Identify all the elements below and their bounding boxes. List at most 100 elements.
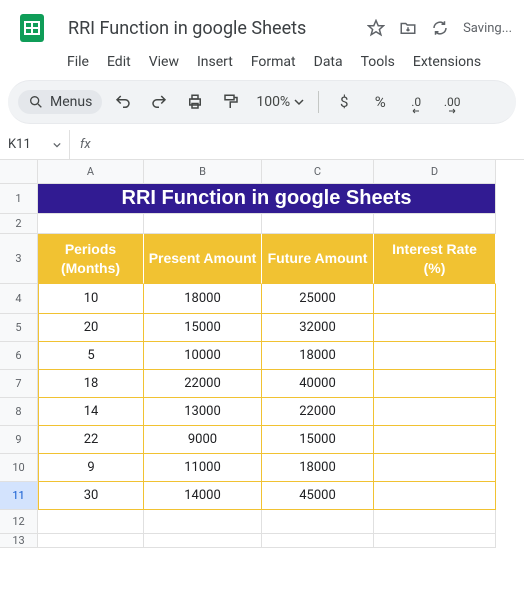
empty-cell[interactable] <box>144 534 262 548</box>
percent-button[interactable]: % <box>365 87 395 117</box>
data-cell[interactable]: 40000 <box>262 370 374 398</box>
empty-cell[interactable] <box>374 214 496 234</box>
data-cell[interactable] <box>374 454 496 482</box>
col-header-A[interactable]: A <box>38 160 144 184</box>
row-header-7[interactable]: 7 <box>0 370 38 398</box>
row-header-8[interactable]: 8 <box>0 398 38 426</box>
data-cell[interactable] <box>374 426 496 454</box>
row-header-5[interactable]: 5 <box>0 314 38 342</box>
empty-cell[interactable] <box>374 534 496 548</box>
data-cell[interactable]: 15000 <box>144 314 262 342</box>
data-cell[interactable]: 10 <box>38 284 144 314</box>
data-cell[interactable]: 20 <box>38 314 144 342</box>
row-header-9[interactable]: 9 <box>0 426 38 454</box>
row-header-3[interactable]: 3 <box>0 234 38 284</box>
row-header-4[interactable]: 4 <box>0 284 38 314</box>
data-cell[interactable]: 9000 <box>144 426 262 454</box>
data-cell[interactable]: 18 <box>38 370 144 398</box>
data-cell[interactable]: 18000 <box>144 284 262 314</box>
header: RRI Function in google Sheets Saving... … <box>0 0 524 80</box>
zoom-value: 100% <box>256 94 290 110</box>
row-header-1[interactable]: 1 <box>0 184 38 214</box>
table-header[interactable]: Periods(Months) <box>38 234 144 284</box>
row-header-6[interactable]: 6 <box>0 342 38 370</box>
empty-cell[interactable] <box>38 214 144 234</box>
data-cell[interactable]: 45000 <box>262 482 374 510</box>
zoom-dropdown[interactable]: 100% <box>252 94 308 110</box>
row-header-10[interactable]: 10 <box>0 454 38 482</box>
star-icon[interactable] <box>367 19 385 37</box>
col-header-C[interactable]: C <box>262 160 374 184</box>
increase-decimal-button[interactable]: .00 <box>437 87 467 117</box>
data-cell[interactable]: 25000 <box>262 284 374 314</box>
menubar: FileEditViewInsertFormatDataToolsExtensi… <box>12 48 512 80</box>
toolbar: Menus 100% $ % .0 .00 <box>8 80 516 124</box>
data-cell[interactable]: 18000 <box>262 342 374 370</box>
data-cell[interactable]: 14000 <box>144 482 262 510</box>
menu-edit[interactable]: Edit <box>100 50 138 74</box>
row-header-2[interactable]: 2 <box>0 214 38 234</box>
empty-cell[interactable] <box>262 214 374 234</box>
data-cell[interactable]: 13000 <box>144 398 262 426</box>
doc-title[interactable]: RRI Function in google Sheets <box>62 16 357 41</box>
data-cell[interactable]: 22000 <box>262 398 374 426</box>
banner-cell[interactable]: RRI Function in google Sheets <box>38 184 496 214</box>
data-cell[interactable]: 22000 <box>144 370 262 398</box>
data-cell[interactable]: 18000 <box>262 454 374 482</box>
col-header-D[interactable]: D <box>374 160 496 184</box>
table-header[interactable]: Interest Rate(%) <box>374 234 496 284</box>
redo-button[interactable] <box>144 87 174 117</box>
row-header-12[interactable]: 12 <box>0 510 38 534</box>
menu-extensions[interactable]: Extensions <box>406 50 488 74</box>
empty-cell[interactable] <box>38 534 144 548</box>
menu-file[interactable]: File <box>60 50 96 74</box>
empty-cell[interactable] <box>144 510 262 534</box>
menu-format[interactable]: Format <box>244 50 303 74</box>
data-cell[interactable]: 10000 <box>144 342 262 370</box>
formula-bar: K11 fx <box>0 130 524 160</box>
menu-view[interactable]: View <box>142 50 186 74</box>
row-header-11[interactable]: 11 <box>0 482 38 510</box>
table-header[interactable]: Future Amount <box>262 234 374 284</box>
data-cell[interactable] <box>374 370 496 398</box>
data-cell[interactable]: 9 <box>38 454 144 482</box>
undo-button[interactable] <box>108 87 138 117</box>
data-cell[interactable]: 5 <box>38 342 144 370</box>
row-header-13[interactable]: 13 <box>0 534 38 548</box>
data-cell[interactable] <box>374 314 496 342</box>
empty-cell[interactable] <box>262 534 374 548</box>
data-cell[interactable]: 15000 <box>262 426 374 454</box>
sheets-logo[interactable] <box>12 8 52 48</box>
data-cell[interactable]: 22 <box>38 426 144 454</box>
cloud-status-icon[interactable] <box>431 19 449 37</box>
empty-cell[interactable] <box>144 214 262 234</box>
empty-cell[interactable] <box>374 510 496 534</box>
data-cell[interactable]: 11000 <box>144 454 262 482</box>
menu-tools[interactable]: Tools <box>354 50 402 74</box>
spreadsheet-grid[interactable]: 12345678910111213 ABCD RRI Function in g… <box>0 160 524 548</box>
formula-input[interactable] <box>101 130 524 159</box>
data-cell[interactable] <box>374 284 496 314</box>
table-header[interactable]: Present Amount <box>144 234 262 284</box>
data-cell[interactable] <box>374 398 496 426</box>
decrease-decimal-button[interactable]: .0 <box>401 87 431 117</box>
search-menus-button[interactable]: Menus <box>18 90 102 114</box>
data-cell[interactable] <box>374 482 496 510</box>
data-cell[interactable] <box>374 342 496 370</box>
empty-cell[interactable] <box>262 510 374 534</box>
print-button[interactable] <box>180 87 210 117</box>
data-cell[interactable]: 30 <box>38 482 144 510</box>
menu-data[interactable]: Data <box>307 50 350 74</box>
select-all-corner[interactable] <box>0 160 38 184</box>
saving-status: Saving... <box>463 21 512 36</box>
menu-insert[interactable]: Insert <box>190 50 240 74</box>
empty-cell[interactable] <box>38 510 144 534</box>
name-box[interactable]: K11 <box>0 130 70 159</box>
data-cell[interactable]: 14 <box>38 398 144 426</box>
data-cell[interactable]: 32000 <box>262 314 374 342</box>
paint-format-button[interactable] <box>216 87 246 117</box>
currency-button[interactable]: $ <box>329 87 359 117</box>
move-icon[interactable] <box>399 19 417 37</box>
search-icon <box>28 94 44 110</box>
col-header-B[interactable]: B <box>144 160 262 184</box>
